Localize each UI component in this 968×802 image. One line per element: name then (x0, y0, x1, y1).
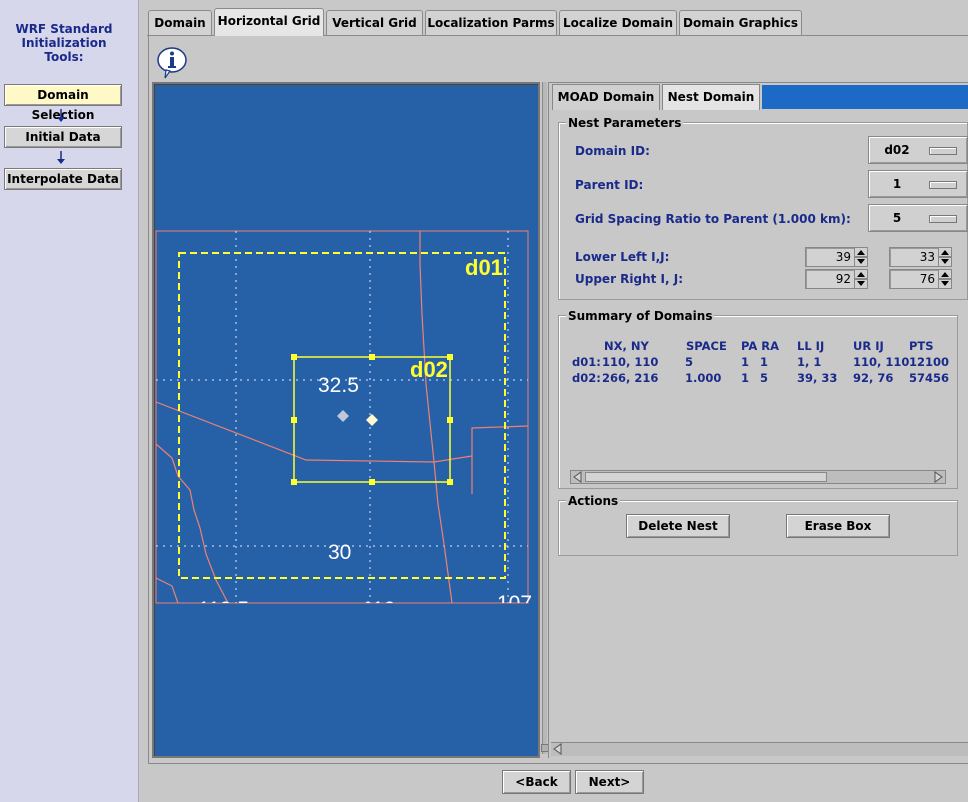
down-arrow-icon (57, 151, 65, 164)
step-domain-selection-button[interactable]: Domain Selection (4, 84, 122, 122)
summary-cell-pa: 1 (741, 355, 750, 369)
step-interpolate-data-button[interactable]: Interpolate Data (4, 168, 122, 190)
option-menu-indicator-icon (929, 215, 957, 223)
summary-cell-ra: 1 (760, 355, 769, 369)
map-label-d01: d01 (465, 255, 503, 280)
summary-cell-pts: 57456 (909, 371, 950, 385)
actions-group (558, 500, 958, 556)
tab-domain-graphics[interactable]: Domain Graphics (679, 10, 802, 35)
next-button[interactable]: Next> (575, 770, 644, 794)
summary-header-nxny: NX, NY (604, 339, 649, 353)
summary-header-urij: UR IJ (853, 339, 884, 353)
tab-localize-domain[interactable]: Localize Domain (559, 10, 677, 35)
grid-spacing-ratio-label: Grid Spacing Ratio to Parent (1.000 km): (575, 212, 851, 226)
summary-header-pts: PTS (909, 339, 934, 353)
summary-cell-ra: 5 (760, 371, 769, 385)
summary-cell-llij: 39, 33 (797, 371, 838, 385)
summary-header-para: PA RA (741, 339, 780, 353)
map-label-lat-30: 30 (328, 541, 351, 564)
step-initial-data-button[interactable]: Initial Data (4, 126, 122, 148)
tab-localization-parms[interactable]: Localization Parms (425, 10, 557, 35)
center-marker-icon (337, 410, 349, 422)
summary-cell-pa: 1 (741, 371, 750, 385)
upper-right-ij-label: Upper Right I, J: (575, 272, 684, 286)
summary-cell-space: 5 (685, 355, 694, 369)
map-label-lat-325: 32.5 (318, 374, 359, 397)
tab-horizontal-grid[interactable]: Horizontal Grid (214, 8, 324, 36)
lower-left-i-down-button[interactable] (854, 257, 868, 267)
center-marker-icon (366, 414, 378, 426)
app-title: WRF Standard Initialization Tools: (0, 22, 128, 64)
summary-cell-pts: 12100 (909, 355, 950, 369)
summary-header-llij: LL IJ (797, 339, 825, 353)
tab-domain[interactable]: Domain (148, 10, 212, 35)
app-title-line2: Initialization Tools: (21, 36, 107, 64)
info-icon[interactable] (156, 46, 188, 80)
panel-splitter[interactable] (542, 82, 547, 754)
upper-right-i-input[interactable]: 92 (805, 269, 857, 289)
map-label-d02: d02 (410, 357, 448, 382)
summary-cell-nxny: 110, 110 (602, 355, 659, 369)
parent-id-select[interactable]: 1 (868, 170, 968, 198)
lower-left-j-down-button[interactable] (938, 257, 952, 267)
scroll-right-arrow-icon[interactable] (932, 471, 944, 483)
option-menu-indicator-icon (929, 147, 957, 155)
lower-left-i-up-button[interactable] (854, 247, 868, 257)
lower-left-i-input[interactable]: 39 (805, 247, 857, 267)
delete-nest-button[interactable]: Delete Nest (626, 514, 730, 538)
summary-cell-urij: 92, 76 (853, 371, 894, 385)
map-canvas[interactable]: d01 d02 32.5 30 112.5 110 107 (152, 82, 540, 758)
app-title-line1: WRF Standard (15, 22, 113, 36)
table-row: d02: 266, 216 1.000 1 5 39, 33 92, 76 57… (572, 370, 952, 386)
summary-cell-domain: d02: (572, 371, 601, 385)
actions-label: Actions (566, 494, 621, 508)
back-button[interactable]: <Back (502, 770, 571, 794)
table-row: d01: 110, 110 5 1 1 1, 1 110, 110 12100 (572, 354, 952, 370)
option-menu-indicator-icon (929, 181, 957, 189)
summary-header-space: SPACE (686, 339, 727, 353)
panel-horizontal-scrollbar[interactable] (551, 742, 968, 756)
domain-id-select[interactable]: d02 (868, 136, 968, 164)
lower-left-j-input[interactable]: 33 (889, 247, 941, 267)
summary-cell-space: 1.000 (685, 371, 722, 385)
parent-id-value: 1 (892, 177, 902, 191)
nest-parameters-label: Nest Parameters (566, 116, 684, 130)
summary-scrollbar-thumb[interactable] (585, 472, 827, 482)
upper-right-i-down-button[interactable] (854, 279, 868, 289)
upper-right-j-input[interactable]: 76 (889, 269, 941, 289)
tab-nest-domain[interactable]: Nest Domain (662, 84, 760, 110)
grid-spacing-ratio-select[interactable]: 5 (868, 204, 968, 232)
summary-cell-nxny: 266, 216 (602, 371, 659, 385)
lower-left-j-up-button[interactable] (938, 247, 952, 257)
scroll-left-arrow-icon[interactable] (572, 471, 584, 483)
summary-cell-llij: 1, 1 (797, 355, 822, 369)
erase-box-button[interactable]: Erase Box (786, 514, 890, 538)
domain-id-label: Domain ID: (575, 144, 650, 158)
summary-of-domains-label: Summary of Domains (566, 309, 715, 323)
upper-right-i-up-button[interactable] (854, 269, 868, 279)
parent-id-label: Parent ID: (575, 178, 644, 192)
down-arrow-icon (57, 109, 65, 122)
grid-spacing-ratio-value: 5 (892, 211, 902, 225)
summary-cell-urij: 110, 110 (853, 355, 910, 369)
tab-bar-fill (762, 85, 968, 109)
summary-cell-domain: d01: (572, 355, 601, 369)
scroll-left-arrow-icon[interactable] (552, 743, 564, 755)
tab-vertical-grid[interactable]: Vertical Grid (326, 10, 423, 35)
map-label-lon-1125: 112.5 (198, 598, 249, 621)
tab-moad-domain[interactable]: MOAD Domain (552, 84, 660, 110)
domain-id-value: d02 (884, 143, 910, 157)
lower-left-ij-label: Lower Left I,J: (575, 250, 670, 264)
upper-right-j-up-button[interactable] (938, 269, 952, 279)
map-label-lon-110: 110 (362, 598, 395, 621)
upper-right-j-down-button[interactable] (938, 279, 952, 289)
